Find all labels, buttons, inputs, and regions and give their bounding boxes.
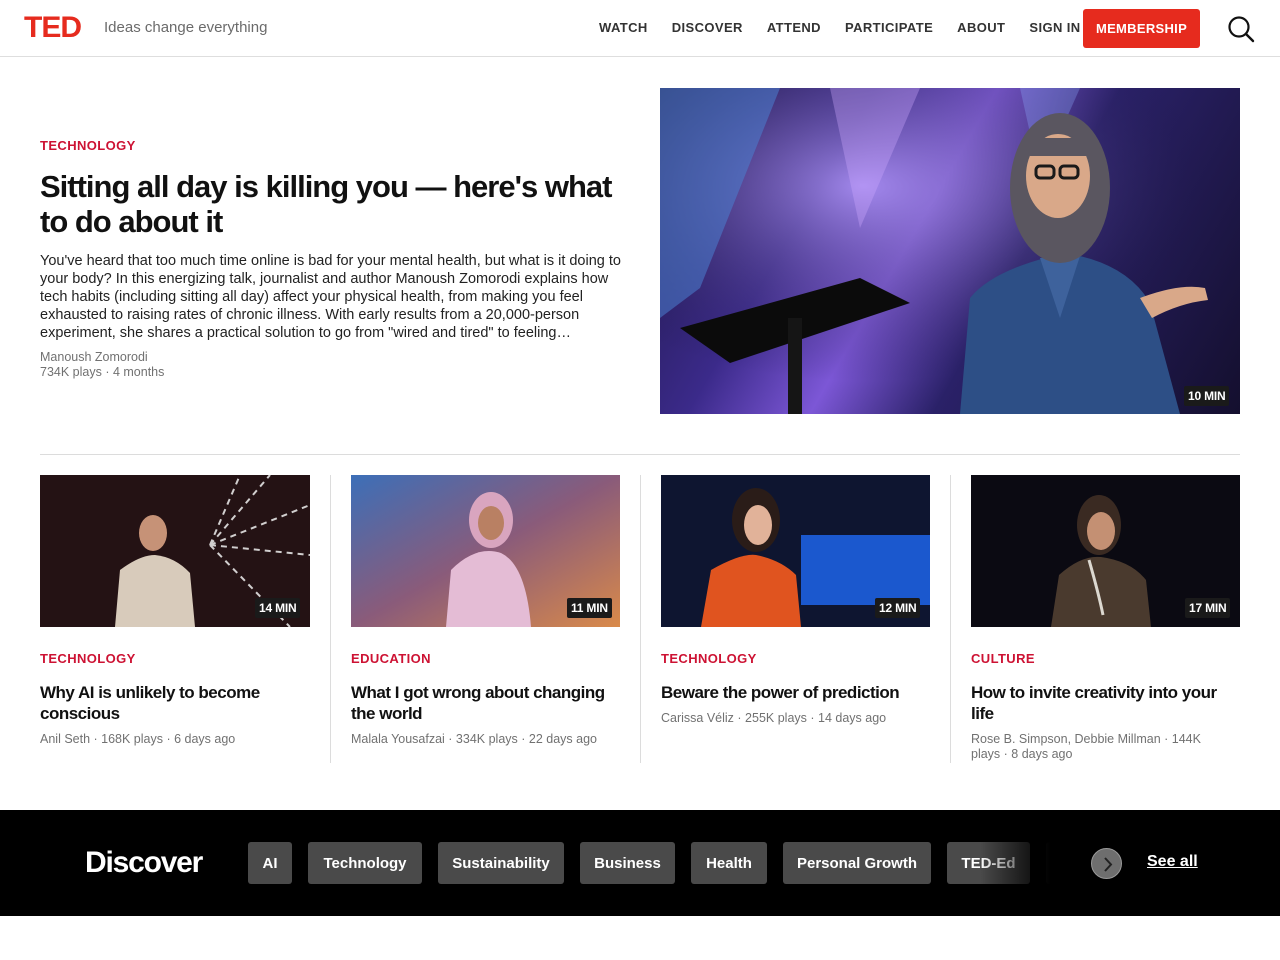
talk-thumbnail[interactable]: 12 MIN: [661, 475, 930, 627]
hero-text: TECHNOLOGY Sitting all day is killing yo…: [40, 138, 625, 380]
topic-pill-business[interactable]: Business: [580, 842, 675, 884]
nav-attend[interactable]: ATTEND: [767, 20, 821, 35]
talk-duration-badge: 12 MIN: [875, 598, 921, 618]
talk-thumbnail[interactable]: 11 MIN: [351, 475, 620, 627]
pills-fade-overlay: [980, 842, 1080, 884]
topic-pill-sustainability[interactable]: Sustainability: [438, 842, 564, 884]
talk-title[interactable]: Why AI is unlikely to become conscious: [40, 682, 305, 724]
nav-participate[interactable]: PARTICIPATE: [845, 20, 933, 35]
talk-duration-badge: 17 MIN: [1185, 598, 1231, 618]
talk-title[interactable]: Beware the power of prediction: [661, 682, 926, 703]
hero-duration-badge: 10 MIN: [1184, 386, 1230, 406]
section-divider: [40, 454, 1240, 455]
topic-pills: AI Technology Sustainability Business He…: [248, 842, 1078, 884]
talk-title[interactable]: How to invite creativity into your life: [971, 682, 1236, 724]
main-nav: WATCH DISCOVER ATTEND PARTICIPATE ABOUT …: [599, 20, 1105, 35]
hero-thumbnail[interactable]: 10 MIN: [660, 88, 1240, 414]
talk-title[interactable]: What I got wrong about changing the worl…: [351, 682, 616, 724]
search-icon[interactable]: [1227, 15, 1255, 43]
nav-discover[interactable]: DISCOVER: [672, 20, 743, 35]
topic-pill-technology[interactable]: Technology: [308, 842, 422, 884]
talk-duration-badge: 11 MIN: [567, 598, 612, 618]
hero-description: You've heard that too much time online i…: [40, 253, 621, 341]
nav-watch[interactable]: WATCH: [599, 20, 648, 35]
talk-card[interactable]: 12 MIN TECHNOLOGY Beware the power of pr…: [661, 475, 930, 763]
talk-thumbnail[interactable]: 17 MIN: [971, 475, 1240, 627]
talk-thumbnail[interactable]: 14 MIN: [40, 475, 310, 627]
card-separator: [330, 475, 331, 763]
hero-photo: [660, 88, 1240, 414]
talk-topic-label[interactable]: TECHNOLOGY: [40, 651, 136, 666]
topic-pill-ai[interactable]: AI: [248, 842, 292, 884]
membership-button[interactable]: MEMBERSHIP: [1083, 9, 1200, 48]
tagline: Ideas change everything: [104, 19, 268, 36]
card-separator: [950, 475, 951, 763]
card-separator: [640, 475, 641, 763]
talk-meta: Malala Yousafzai · 334K plays · 22 days …: [351, 732, 597, 746]
hero-speaker: Manoush Zomorodi: [40, 350, 148, 364]
hero-stats: 734K plays · 4 months: [40, 365, 165, 379]
topic-pill-personal-growth[interactable]: Personal Growth: [783, 842, 931, 884]
chevron-right-icon: [1104, 857, 1113, 872]
talk-topic-label[interactable]: TECHNOLOGY: [661, 651, 757, 666]
talk-meta: Anil Seth · 168K plays · 6 days ago: [40, 732, 236, 746]
talk-card[interactable]: 14 MIN TECHNOLOGY Why AI is unlikely to …: [40, 475, 310, 763]
talk-card[interactable]: 17 MIN CULTURE How to invite creativity …: [971, 475, 1240, 763]
discover-title: Discover: [85, 846, 203, 879]
site-header: TED Ideas change everything WATCH DISCOV…: [0, 0, 1280, 57]
nav-sign-in[interactable]: SIGN IN: [1029, 20, 1080, 35]
talk-topic-label[interactable]: CULTURE: [971, 651, 1035, 666]
hero-topic-label[interactable]: TECHNOLOGY: [40, 138, 625, 153]
ted-logo[interactable]: TED: [24, 12, 82, 44]
scroll-next-button[interactable]: [1091, 848, 1122, 879]
talk-meta: Carissa Véliz · 255K plays · 14 days ago: [661, 711, 887, 725]
talk-cards: 14 MIN TECHNOLOGY Why AI is unlikely to …: [40, 475, 1240, 763]
hero-title[interactable]: Sitting all day is killing you — here's …: [40, 169, 625, 239]
hero-meta: Manoush Zomorodi 734K plays · 4 months: [40, 350, 625, 380]
topic-pill-health[interactable]: Health: [691, 842, 767, 884]
talk-duration-badge: 14 MIN: [255, 598, 301, 618]
nav-about[interactable]: ABOUT: [957, 20, 1005, 35]
talk-meta: Rose B. Simpson, Debbie Millman · 144K p…: [971, 732, 1201, 761]
talk-card[interactable]: 11 MIN EDUCATION What I got wrong about …: [351, 475, 620, 763]
discover-bar: Discover AI Technology Sustainability Bu…: [0, 810, 1280, 916]
see-all-link[interactable]: See all: [1147, 853, 1198, 871]
talk-topic-label[interactable]: EDUCATION: [351, 651, 431, 666]
